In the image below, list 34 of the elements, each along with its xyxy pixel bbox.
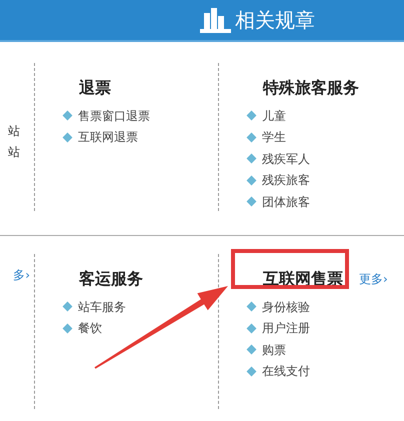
list-item: 站 bbox=[8, 144, 20, 161]
list-item: 站 bbox=[8, 123, 20, 140]
list-link[interactable]: 学生 bbox=[262, 128, 286, 146]
list-link[interactable]: 团体旅客 bbox=[262, 192, 310, 211]
bullet-icon bbox=[246, 302, 256, 312]
section-heading: 退票 bbox=[79, 80, 111, 96]
list-link[interactable]: 用户注册 bbox=[262, 319, 310, 338]
bullet-icon bbox=[246, 344, 256, 355]
bullet-icon bbox=[246, 175, 256, 186]
bullet-icon bbox=[246, 196, 256, 207]
list-link[interactable]: 售票窗口退票 bbox=[78, 106, 150, 125]
list-link[interactable]: 残疾军人 bbox=[262, 150, 310, 168]
bullet-icon bbox=[62, 132, 72, 142]
list-link[interactable]: 残疾旅客 bbox=[262, 171, 310, 190]
section-heading: 客运服务 bbox=[79, 271, 143, 287]
more-link[interactable]: 更多› bbox=[359, 270, 388, 288]
list-link[interactable]: 身份核验 bbox=[262, 298, 310, 316]
bullet-icon bbox=[246, 323, 256, 334]
bullet-icon bbox=[246, 110, 256, 121]
list-link[interactable]: 儿童 bbox=[262, 106, 286, 125]
list-link[interactable]: 互联网退票 bbox=[78, 128, 138, 146]
bullet-icon bbox=[246, 132, 256, 142]
bullet-icon bbox=[62, 302, 72, 312]
list-link[interactable]: 在线支付 bbox=[262, 362, 310, 380]
list-link[interactable]: 站车服务 bbox=[78, 298, 126, 316]
more-link[interactable]: 多› bbox=[13, 266, 30, 284]
list-link[interactable]: 购票 bbox=[262, 340, 286, 359]
bullet-icon bbox=[62, 323, 72, 334]
section-heading: 特殊旅客服务 bbox=[263, 80, 359, 96]
list-link[interactable]: 餐饮 bbox=[78, 319, 102, 338]
header-title: 相关规章 bbox=[235, 7, 315, 34]
bullet-icon bbox=[62, 110, 72, 121]
bullet-icon bbox=[246, 366, 256, 376]
bullet-icon bbox=[246, 154, 256, 164]
